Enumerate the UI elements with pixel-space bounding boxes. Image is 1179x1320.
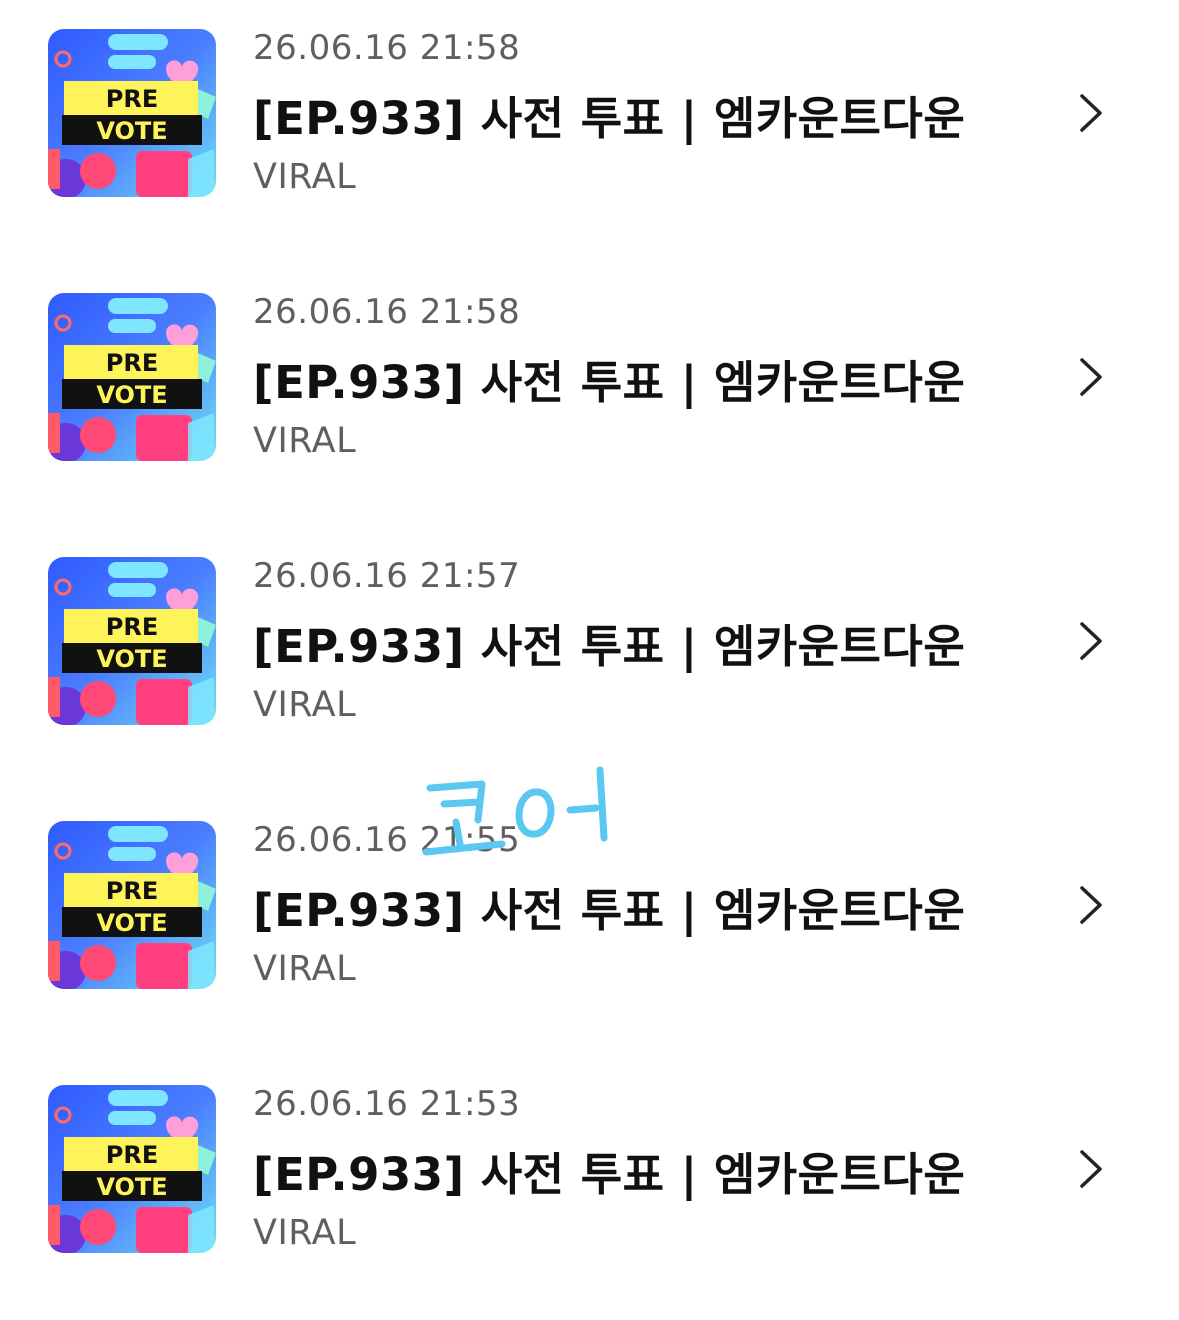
list-item[interactable]: PRE VOTE 26.06.16 21:53 [EP.933] 사전 투표 |… — [0, 1056, 1179, 1320]
thumbnail-line1: PRE — [106, 349, 158, 377]
item-category: VIRAL — [253, 157, 357, 197]
thumbnail-line1: PRE — [106, 1141, 158, 1169]
list-item[interactable]: PRE VOTE 26.06.16 21:58 [EP.933] 사전 투표 |… — [0, 0, 1179, 264]
item-title: [EP.933] 사전 투표 | 엠카운트다운 — [253, 620, 966, 673]
thumbnail-line1: PRE — [106, 85, 158, 113]
item-date: 26.06.16 21:57 — [253, 556, 521, 596]
item-category: VIRAL — [253, 685, 357, 725]
item-date: 26.06.16 21:55 — [253, 820, 521, 860]
thumbnail-line1: PRE — [106, 613, 158, 641]
thumbnail-line1: PRE — [106, 877, 158, 905]
thumbnail-line2: VOTE — [96, 381, 167, 409]
pre-vote-artwork: PRE VOTE — [48, 1085, 216, 1253]
item-date: 26.06.16 21:58 — [253, 292, 521, 332]
pre-vote-thumbnail: PRE VOTE — [48, 29, 216, 197]
list-item[interactable]: PRE VOTE 26.06.16 21:55 [EP.933] 사전 투표 |… — [0, 792, 1179, 1056]
pre-vote-artwork: PRE VOTE — [48, 29, 216, 197]
pre-vote-thumbnail: PRE VOTE — [48, 557, 216, 725]
item-title: [EP.933] 사전 투표 | 엠카운트다운 — [253, 356, 966, 409]
pre-vote-thumbnail: PRE VOTE — [48, 293, 216, 461]
chevron-right-icon[interactable] — [1072, 93, 1108, 133]
item-category: VIRAL — [253, 1213, 357, 1253]
pre-vote-artwork: PRE VOTE — [48, 293, 216, 461]
item-category: VIRAL — [253, 421, 357, 461]
list-item[interactable]: PRE VOTE 26.06.16 21:57 [EP.933] 사전 투표 |… — [0, 528, 1179, 792]
item-date: 26.06.16 21:58 — [253, 28, 521, 68]
thumbnail-line2: VOTE — [96, 645, 167, 673]
thumbnail-line2: VOTE — [96, 909, 167, 937]
item-date: 26.06.16 21:53 — [253, 1084, 521, 1124]
pre-vote-thumbnail: PRE VOTE — [48, 821, 216, 989]
list-item[interactable]: PRE VOTE 26.06.16 21:58 [EP.933] 사전 투표 |… — [0, 264, 1179, 528]
pre-vote-artwork: PRE VOTE — [48, 821, 216, 989]
pre-vote-artwork: PRE VOTE — [48, 557, 216, 725]
item-title: [EP.933] 사전 투표 | 엠카운트다운 — [253, 1148, 966, 1201]
item-title: [EP.933] 사전 투표 | 엠카운트다운 — [253, 884, 966, 937]
pre-vote-thumbnail: PRE VOTE — [48, 1085, 216, 1253]
chevron-right-icon[interactable] — [1072, 621, 1108, 661]
thumbnail-line2: VOTE — [96, 117, 167, 145]
chevron-right-icon[interactable] — [1072, 357, 1108, 397]
chevron-right-icon[interactable] — [1072, 1149, 1108, 1189]
chevron-right-icon[interactable] — [1072, 885, 1108, 925]
item-category: VIRAL — [253, 949, 357, 989]
thumbnail-line2: VOTE — [96, 1173, 167, 1201]
item-title: [EP.933] 사전 투표 | 엠카운트다운 — [253, 92, 966, 145]
